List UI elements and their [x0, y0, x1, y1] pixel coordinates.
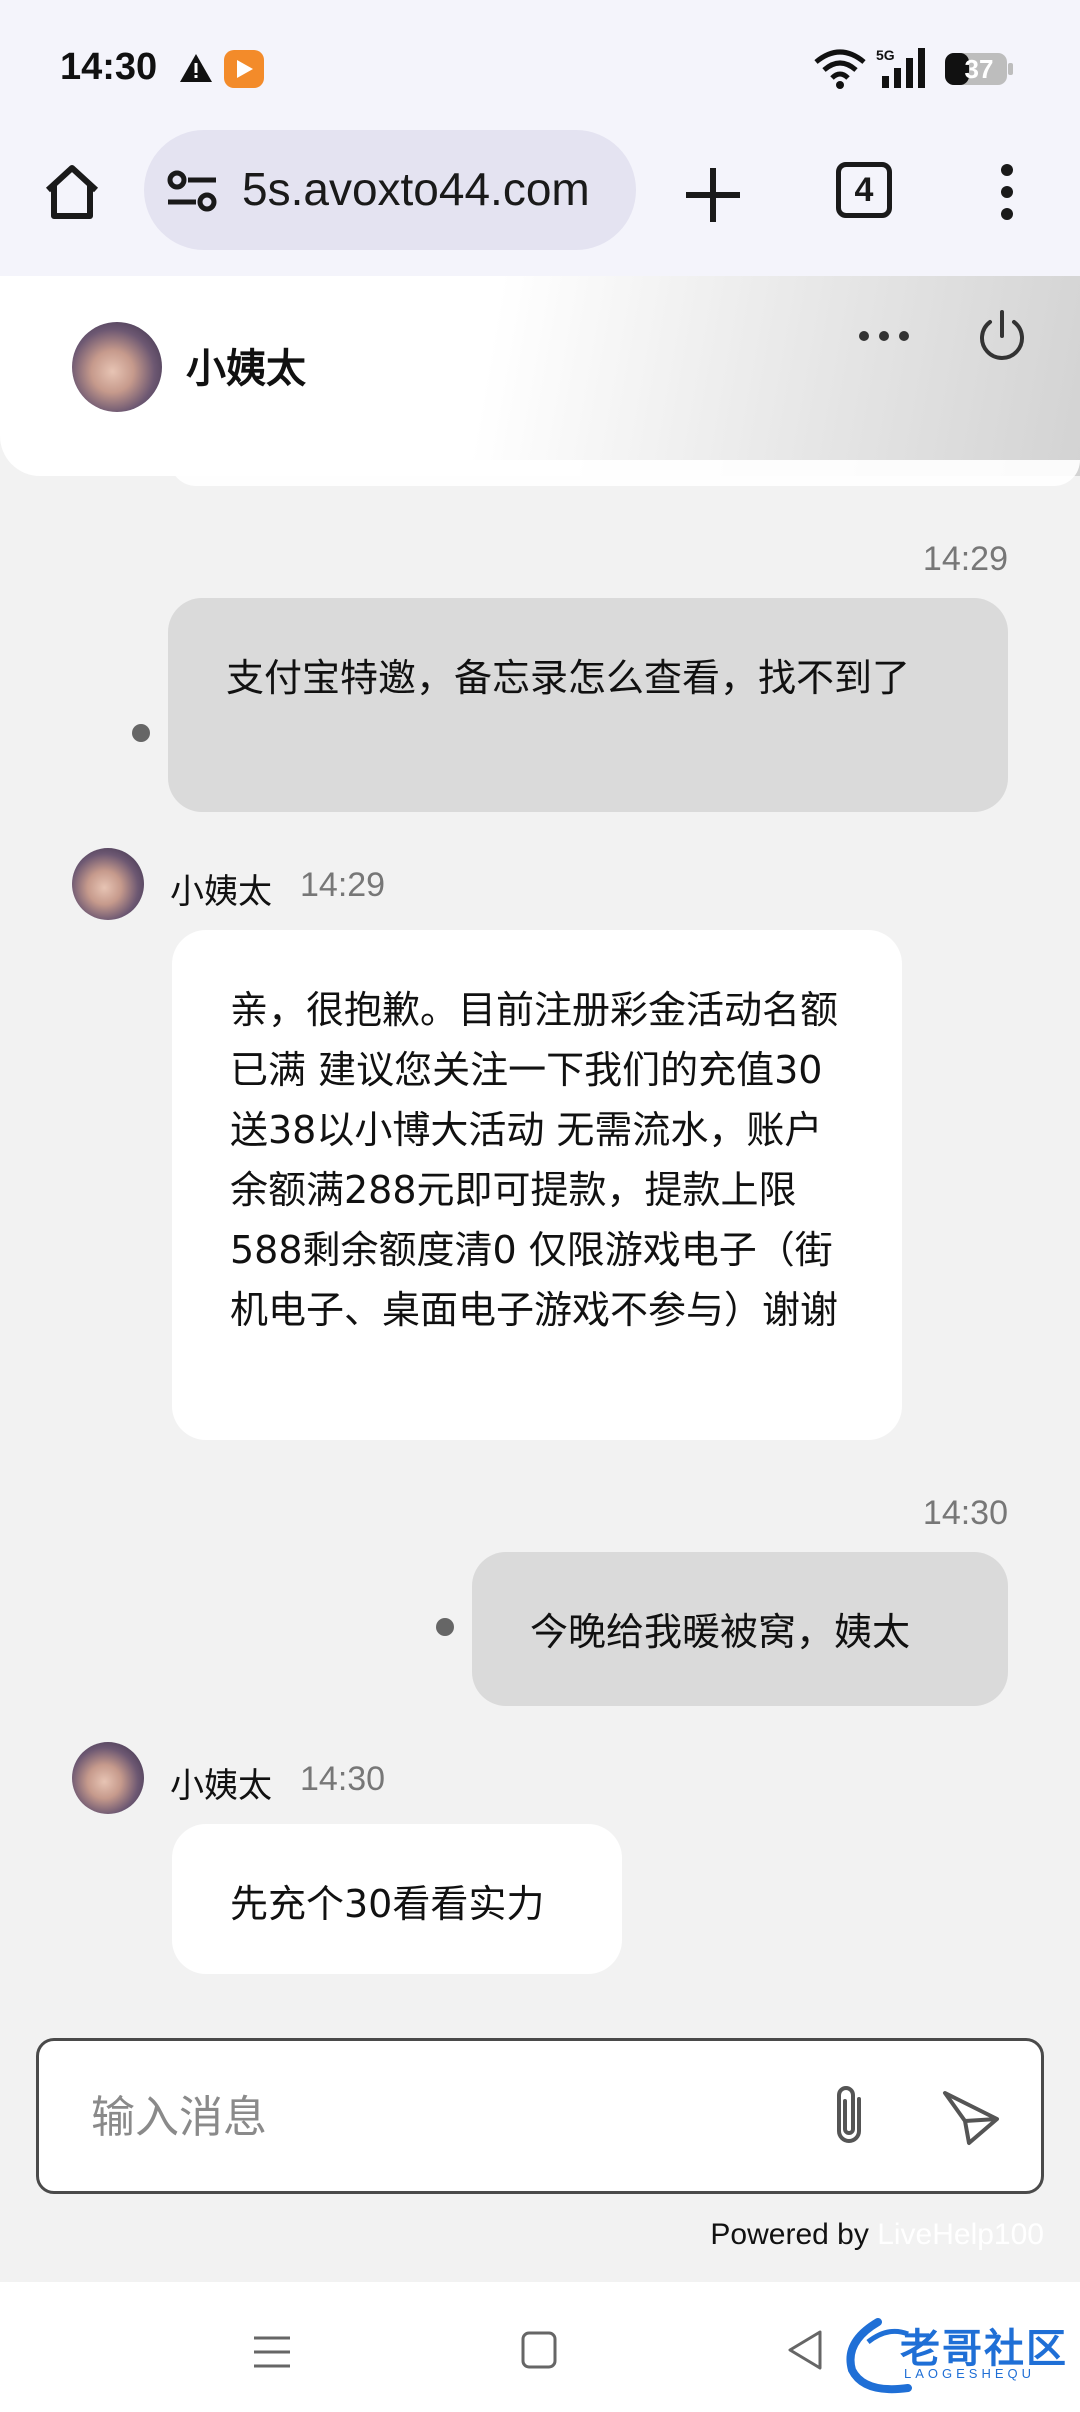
status-bar: 14:30 5G 37: [0, 0, 1080, 130]
message-text: 支付宝特邀，备忘录怎么查看，找不到了: [226, 656, 911, 700]
sender-name: 小姨太: [170, 1766, 272, 1806]
agent-name: 小姨太: [186, 346, 306, 392]
message-status-dot: [436, 1618, 454, 1636]
home-icon[interactable]: [40, 160, 104, 224]
status-time: 14:30: [60, 46, 158, 88]
back-icon[interactable]: [784, 2328, 824, 2372]
message-text: 今晚给我暖被窝，姨太: [530, 1610, 911, 1654]
signal-icon: 5G: [876, 47, 925, 88]
send-icon[interactable]: [939, 2085, 1003, 2149]
agent-avatar: [72, 848, 144, 920]
paperclip-icon[interactable]: [821, 2081, 877, 2153]
warning-icon: [180, 54, 212, 82]
message-text: 亲，很抱歉。目前注册彩金活动名额已满 建议您关注一下我们的充值30送38以小博大…: [230, 988, 839, 1332]
navigation-bar: 老哥社区 LAOGESHEQU: [0, 2282, 1080, 2412]
site-settings-icon[interactable]: [166, 166, 218, 216]
message-time: 14:29: [300, 866, 386, 904]
powered-by-brand[interactable]: LiveHelp100: [877, 2218, 1044, 2251]
message-time: 14:29: [922, 540, 1008, 578]
power-icon[interactable]: [974, 308, 1030, 364]
url-text[interactable]: 5s.avoxto44.com: [242, 162, 622, 218]
incoming-message-bubble: 先充个30看看实力: [172, 1824, 622, 1974]
watermark-subtext: LAOGESHEQU: [904, 2366, 1036, 2381]
more-menu-icon[interactable]: [992, 160, 1022, 224]
recents-icon[interactable]: [252, 2332, 292, 2372]
powered-by-label: Powered by: [710, 2218, 869, 2251]
tab-switcher-icon[interactable]: 4: [836, 162, 892, 218]
wifi-icon: [814, 49, 866, 89]
video-app-icon: [224, 50, 264, 88]
chat-header: 小姨太: [0, 276, 1080, 486]
message-text: 先充个30看看实力: [230, 1882, 545, 1926]
new-tab-icon[interactable]: [680, 162, 746, 228]
agent-avatar: [72, 1742, 144, 1814]
browser-toolbar: 5s.avoxto44.com 4: [0, 130, 1080, 276]
agent-avatar: [72, 322, 162, 412]
home-button-icon[interactable]: [520, 2330, 558, 2370]
address-bar[interactable]: 5s.avoxto44.com: [144, 130, 636, 250]
powered-by: Powered by LiveHelp100: [0, 2218, 1044, 2252]
battery-level: 37: [964, 54, 994, 84]
incoming-message-bubble: 亲，很抱歉。目前注册彩金活动名额已满 建议您关注一下我们的充值30送38以小博大…: [172, 930, 902, 1440]
message-composer: [36, 2038, 1044, 2194]
message-input[interactable]: [89, 2085, 789, 2149]
more-options-icon[interactable]: [856, 326, 912, 346]
message-time: 14:30: [300, 1760, 386, 1798]
outgoing-message-bubble: 支付宝特邀，备忘录怎么查看，找不到了: [168, 598, 1008, 812]
network-label: 5G: [876, 47, 895, 63]
outgoing-message-bubble: 今晚给我暖被窝，姨太: [472, 1552, 1008, 1706]
message-time: 14:30: [922, 1494, 1008, 1532]
message-status-dot: [132, 724, 150, 742]
sender-name: 小姨太: [170, 872, 272, 912]
